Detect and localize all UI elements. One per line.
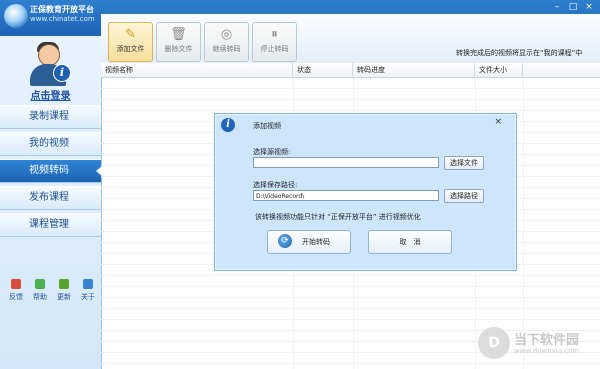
avatar-head <box>38 44 60 66</box>
sidebar-menu: 录制课程 我的视频 视频转码 发布课程 课程管理 <box>0 105 102 240</box>
resume-icon: ◎ <box>220 27 233 42</box>
avatar[interactable]: i <box>28 42 71 88</box>
app-title: 正保教育开放平台 <box>30 5 94 14</box>
sidebar-item-publish-course[interactable]: 发布课程 <box>0 186 101 210</box>
app-subtitle: www.chinatet.com <box>30 15 95 23</box>
folder-add-icon: ✎ <box>125 27 136 42</box>
info-icon: i <box>221 118 235 132</box>
sidebar-item-record-course[interactable]: 录制课程 <box>0 105 101 129</box>
sidebar-item-course-management[interactable]: 课程管理 <box>0 213 101 237</box>
about-tool[interactable]: 关于 <box>78 279 98 302</box>
app-logo-icon <box>4 4 28 28</box>
add-video-dialog: i 添加视频 × 选择源视频: 选择文件 选择保存路径: D:\VideoRec… <box>214 113 517 271</box>
help-label: 帮助 <box>33 293 47 301</box>
start-transcode-label: 开始转码 <box>302 238 330 246</box>
sidebar: i 点击登录 录制课程 我的视频 视频转码 发布课程 课程管理 反馈 帮助 更新… <box>0 36 102 369</box>
pause-icon: ⏸ <box>271 27 278 42</box>
info-icon: i <box>53 64 71 82</box>
sidebar-item-video-transcode[interactable]: 视频转码 <box>0 159 102 183</box>
save-path-field[interactable]: D:\VideoRecord\ <box>253 190 439 201</box>
about-icon <box>83 279 93 289</box>
minimize-button[interactable]: – <box>552 2 562 12</box>
help-icon <box>35 279 45 289</box>
delete-file-label: 删除文件 <box>164 45 193 53</box>
choose-file-button[interactable]: 选择文件 <box>444 156 484 170</box>
login-link[interactable]: 点击登录 <box>0 87 101 102</box>
feedback-icon <box>11 279 21 289</box>
feedback-label: 反馈 <box>9 293 23 301</box>
feedback-tool[interactable]: 反馈 <box>6 279 26 302</box>
watermark-logo-icon: D <box>478 327 510 359</box>
column-progress[interactable]: 转码进度 <box>353 63 475 77</box>
window-controls: – □ × <box>552 2 594 12</box>
table-header: 视频名称 状态 转码进度 文件大小 <box>101 63 600 78</box>
help-tool[interactable]: 帮助 <box>30 279 50 302</box>
source-video-label: 选择源视频: <box>253 148 291 156</box>
stop-transcode-button[interactable]: ⏸ 停止转码 <box>252 22 297 62</box>
sidebar-tools: 反馈 帮助 更新 关于 <box>6 279 98 302</box>
column-video-name[interactable]: 视频名称 <box>101 63 293 77</box>
column-file-size[interactable]: 文件大小 <box>475 63 523 77</box>
refresh-icon: ⟳ <box>278 234 292 248</box>
about-label: 关于 <box>81 293 95 301</box>
maximize-button[interactable]: □ <box>568 2 578 12</box>
source-video-field[interactable] <box>253 157 439 168</box>
add-file-label: 添加文件 <box>116 45 145 53</box>
toolbar-hint: 转换完成后的视频将显示在“我的课程”中 <box>456 49 583 57</box>
optimization-note: 该转换视频功能只针对 “正保开放平台” 进行视频优化 <box>255 213 421 221</box>
sidebar-item-my-videos[interactable]: 我的视频 <box>0 132 101 156</box>
resume-transcode-label: 继续转码 <box>212 45 241 53</box>
watermark-name: 当下软件园 <box>514 333 580 348</box>
update-icon <box>59 279 69 289</box>
delete-file-button[interactable]: 🗑 删除文件 <box>156 22 201 62</box>
watermark-url: www.downxia.com <box>514 347 580 355</box>
trash-icon: 🗑 <box>170 27 187 42</box>
resume-transcode-button[interactable]: ◎ 继续转码 <box>204 22 249 62</box>
close-window-button[interactable]: × <box>584 2 594 12</box>
add-file-button[interactable]: ✎ 添加文件 <box>108 22 153 62</box>
stop-transcode-label: 停止转码 <box>260 45 289 53</box>
dialog-close-button[interactable]: × <box>494 117 502 127</box>
update-tool[interactable]: 更新 <box>54 279 74 302</box>
save-path-label: 选择保存路径: <box>253 181 298 189</box>
watermark: D 当下软件园 www.downxia.com <box>478 325 598 365</box>
choose-path-button[interactable]: 选择路径 <box>444 189 484 203</box>
cancel-button[interactable]: 取 消 <box>368 230 452 254</box>
dialog-title: 添加视频 <box>253 122 281 130</box>
column-status[interactable]: 状态 <box>293 63 353 77</box>
start-transcode-button[interactable]: ⟳ 开始转码 <box>267 230 351 254</box>
update-label: 更新 <box>57 293 71 301</box>
